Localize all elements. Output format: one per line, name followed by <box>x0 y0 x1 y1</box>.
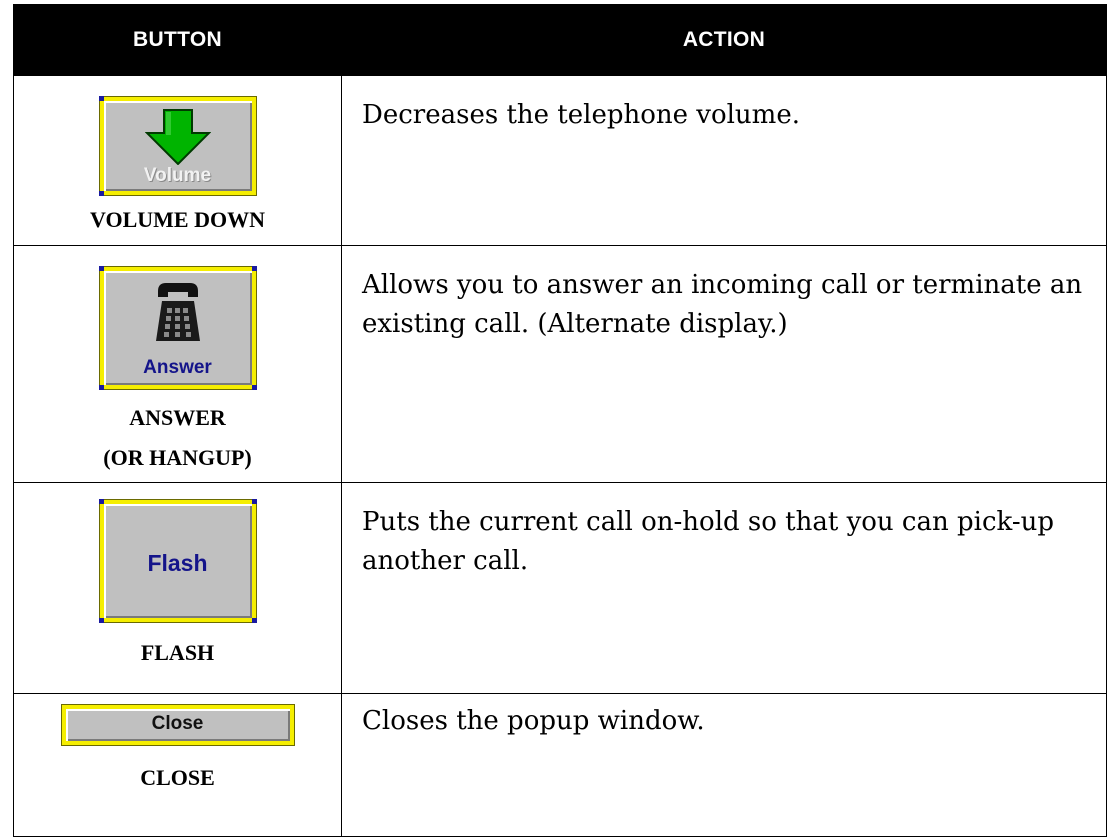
table-row: Flash FLASH Puts the current call on-hol… <box>13 482 1107 694</box>
button-cell: Flash FLASH <box>13 482 342 694</box>
close-button-text: Close <box>151 713 204 734</box>
button-label: CLOSE <box>140 765 215 790</box>
button-corner <box>98 96 104 101</box>
button-label: (OR HANGUP) <box>103 445 252 470</box>
action-description: Allows you to answer an incoming call or… <box>341 245 1107 483</box>
action-description: Puts the current call on-hold so that yo… <box>341 482 1107 694</box>
button-label: VOLUME DOWN <box>90 207 265 232</box>
header-action: ACTION <box>341 4 1107 76</box>
button-corner <box>98 191 104 196</box>
button-corner <box>251 385 257 390</box>
action-description: Decreases the telephone volume. <box>341 75 1107 246</box>
table-row: Answer ANSWER (OR HANGUP) Allows you to … <box>13 245 1107 483</box>
volume-button-text: Volume <box>143 165 212 186</box>
volume-down-button[interactable]: Volume <box>98 96 257 196</box>
button-label: FLASH <box>140 640 215 665</box>
table-row: Close CLOSE Closes the popup window. <box>13 693 1107 837</box>
button-corner <box>251 499 257 504</box>
button-cell: Volume VOLUME DOWN <box>13 75 342 246</box>
button-corner <box>251 618 257 623</box>
button-corner <box>251 266 257 271</box>
flash-button-text: Flash <box>147 550 208 576</box>
answer-button-text: Answer <box>143 357 212 378</box>
button-corner <box>98 618 104 623</box>
table-row: Volume VOLUME DOWN Decreases the telepho… <box>13 75 1107 246</box>
action-description: Closes the popup window. <box>341 693 1107 837</box>
button-corner <box>98 499 104 504</box>
header-button: BUTTON <box>13 4 342 76</box>
telephone-icon <box>155 283 200 341</box>
button-corner <box>98 385 104 390</box>
button-cell: Close CLOSE <box>13 693 342 837</box>
button-cell: Answer ANSWER (OR HANGUP) <box>13 245 342 483</box>
table-header-row: BUTTON ACTION <box>13 4 1107 76</box>
button-action-table: BUTTON ACTION Volume VOLUME DOWN Decreas… <box>13 4 1107 837</box>
button-label: ANSWER <box>129 405 226 430</box>
button-corner <box>98 266 104 271</box>
flash-button[interactable]: Flash <box>98 499 257 623</box>
answer-button[interactable]: Answer <box>98 266 257 390</box>
close-button[interactable]: Close <box>60 704 295 746</box>
arrow-down-icon <box>144 109 211 165</box>
